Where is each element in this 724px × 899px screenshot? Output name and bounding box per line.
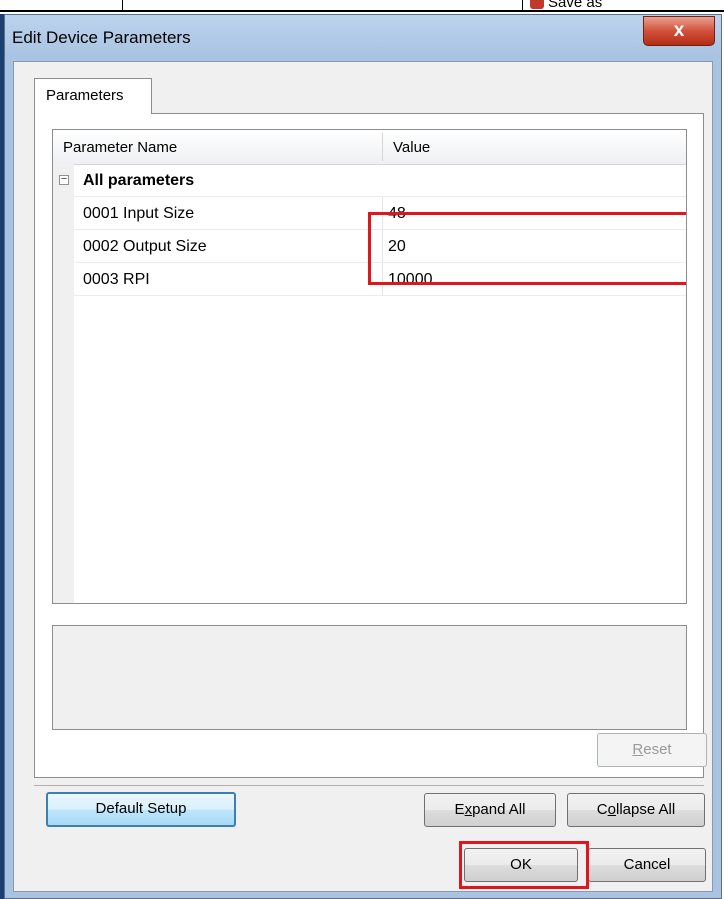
parameter-value-cell[interactable]: 20	[388, 238, 406, 256]
collapse-icon[interactable]: −	[59, 174, 69, 185]
collapse-all-button[interactable]: Collapse All	[567, 793, 705, 827]
parameter-value-cell[interactable]: 10000	[388, 271, 433, 289]
expand-accelerator: x	[464, 801, 473, 818]
column-header-parameter-name[interactable]: Parameter Name	[63, 139, 177, 156]
dialog-title: Edit Device Parameters	[12, 28, 191, 47]
default-setup-button[interactable]: Default Setup	[46, 792, 236, 827]
column-header-value[interactable]: Value	[393, 139, 430, 156]
button-separator	[34, 785, 704, 786]
group-row-all-parameters[interactable]: − All parameters	[53, 164, 686, 197]
cancel-button[interactable]: Cancel	[588, 848, 706, 882]
collapse-label-post: llapse All	[615, 801, 676, 818]
table-row[interactable]: 0001 Input Size 48	[53, 197, 686, 230]
background-divider	[0, 10, 724, 12]
parameter-value-cell[interactable]: 48	[388, 205, 406, 223]
tab-parameters[interactable]: Parameters	[34, 78, 152, 114]
table-row[interactable]: 0003 RPI 10000	[53, 263, 686, 296]
cell-divider	[382, 197, 383, 230]
reset-accelerator: R	[632, 741, 644, 758]
collapse-accelerator: o	[607, 801, 616, 818]
dialog-client-area: Parameters Parameter Name Value − All pa…	[13, 61, 713, 892]
parameter-name-cell: 0003 RPI	[83, 271, 150, 288]
save-icon	[530, 0, 544, 9]
expand-all-button[interactable]: Expand All	[424, 793, 556, 827]
reset-label-post: eset	[643, 741, 672, 758]
row-divider	[74, 295, 686, 296]
close-button[interactable]: x	[643, 16, 715, 46]
background-separator	[122, 0, 123, 11]
grid-header: Parameter Name Value	[53, 130, 686, 165]
ok-button[interactable]: OK	[464, 848, 578, 882]
expand-label-pre: E	[454, 801, 465, 818]
expand-label-post: pand All	[472, 801, 526, 818]
parameter-name-cell: 0001 Input Size	[83, 205, 195, 222]
collapse-label-pre: C	[596, 801, 608, 818]
reset-button[interactable]: Reset	[597, 733, 707, 767]
parameter-name-cell: 0002 Output Size	[83, 238, 207, 255]
background-save-as-label: Save as	[548, 0, 603, 11]
background-app-strip: Save as	[0, 0, 724, 14]
cell-divider	[382, 263, 383, 296]
title-bar[interactable]: Edit Device Parameters x	[5, 15, 721, 61]
group-label: All parameters	[83, 172, 195, 189]
parameters-panel: Parameter Name Value − All parameters 00…	[34, 113, 704, 778]
cell-divider	[382, 230, 383, 263]
close-icon: x	[673, 20, 685, 41]
table-row[interactable]: 0002 Output Size 20	[53, 230, 686, 263]
parameter-grid: Parameter Name Value − All parameters 00…	[52, 129, 687, 604]
background-separator	[522, 0, 523, 11]
description-area	[52, 625, 687, 730]
column-divider[interactable]	[382, 133, 383, 161]
dialog-window: Edit Device Parameters x Parameters Para…	[4, 14, 722, 899]
